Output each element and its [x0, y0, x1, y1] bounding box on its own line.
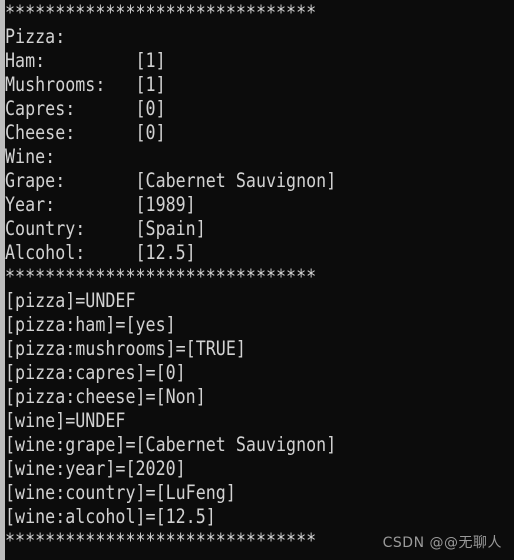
console-line: [pizza:capres]=[0]: [5, 361, 186, 384]
console-line: [pizza:ham]=[yes]: [5, 313, 176, 336]
console-output-text: ******************************* Pizza: H…: [5, 0, 514, 560]
console-line: Grape: [Cabernet Sauvignon]: [5, 169, 337, 192]
console-line: [wine:year]=[2020]: [5, 457, 186, 480]
console-line: Ham: [1]: [5, 49, 166, 72]
console-line: *******************************: [5, 1, 317, 24]
console-line: Pizza:: [5, 25, 66, 48]
console-line: [wine:grape]=[Cabernet Sauvignon]: [5, 433, 337, 456]
console-line: [pizza:mushrooms]=[TRUE]: [5, 337, 246, 360]
console-line: Alcohol: [12.5]: [5, 241, 196, 264]
console-line: Mushrooms: [1]: [5, 73, 166, 96]
console-line: Wine:: [5, 145, 56, 168]
console-line: Year: [1989]: [5, 193, 196, 216]
console-line: [wine:country]=[LuFeng]: [5, 481, 236, 504]
console-line: [wine:alcohol]=[12.5]: [5, 505, 216, 528]
console-line: [pizza:cheese]=[Non]: [5, 385, 206, 408]
terminal-console: ******************************* Pizza: H…: [0, 0, 514, 560]
console-line: [wine]=UNDEF: [5, 409, 126, 432]
console-line: [pizza]=UNDEF: [5, 289, 136, 312]
console-line: *******************************: [5, 265, 317, 288]
console-line: Cheese: [0]: [5, 121, 166, 144]
console-line: *******************************: [5, 529, 317, 552]
csdn-watermark: CSDN @@无聊人: [382, 535, 502, 551]
console-line: Country: [Spain]: [5, 217, 206, 240]
console-line: Capres: [0]: [5, 97, 166, 120]
